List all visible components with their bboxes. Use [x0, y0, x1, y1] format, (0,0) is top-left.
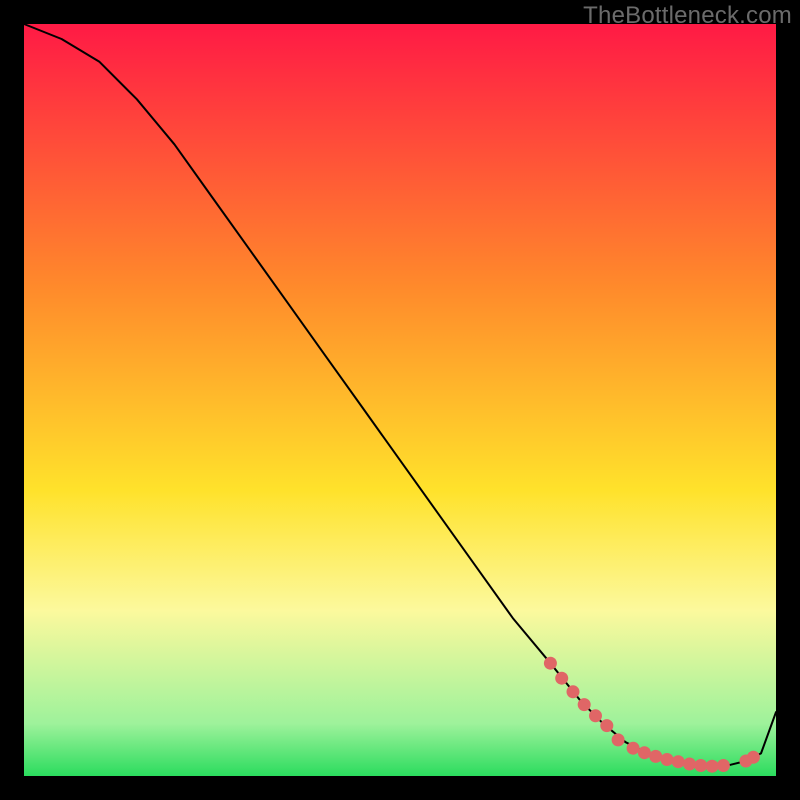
data-marker: [683, 758, 696, 771]
data-marker: [747, 751, 760, 764]
marker-group: [544, 657, 760, 773]
data-marker: [600, 719, 613, 732]
curve-svg: [24, 24, 776, 776]
data-marker: [567, 685, 580, 698]
data-marker: [672, 755, 685, 768]
data-marker: [555, 672, 568, 685]
data-marker: [627, 742, 640, 755]
data-marker: [544, 657, 557, 670]
data-marker: [589, 709, 602, 722]
chart-stage: TheBottleneck.com: [0, 0, 800, 800]
data-marker: [638, 746, 651, 759]
data-marker: [612, 733, 625, 746]
data-marker: [706, 760, 719, 773]
data-marker: [717, 759, 730, 772]
data-marker: [649, 750, 662, 763]
data-marker: [694, 759, 707, 772]
plot-area: [24, 24, 776, 776]
data-marker: [578, 698, 591, 711]
bottleneck-curve: [24, 24, 776, 766]
data-marker: [661, 753, 674, 766]
